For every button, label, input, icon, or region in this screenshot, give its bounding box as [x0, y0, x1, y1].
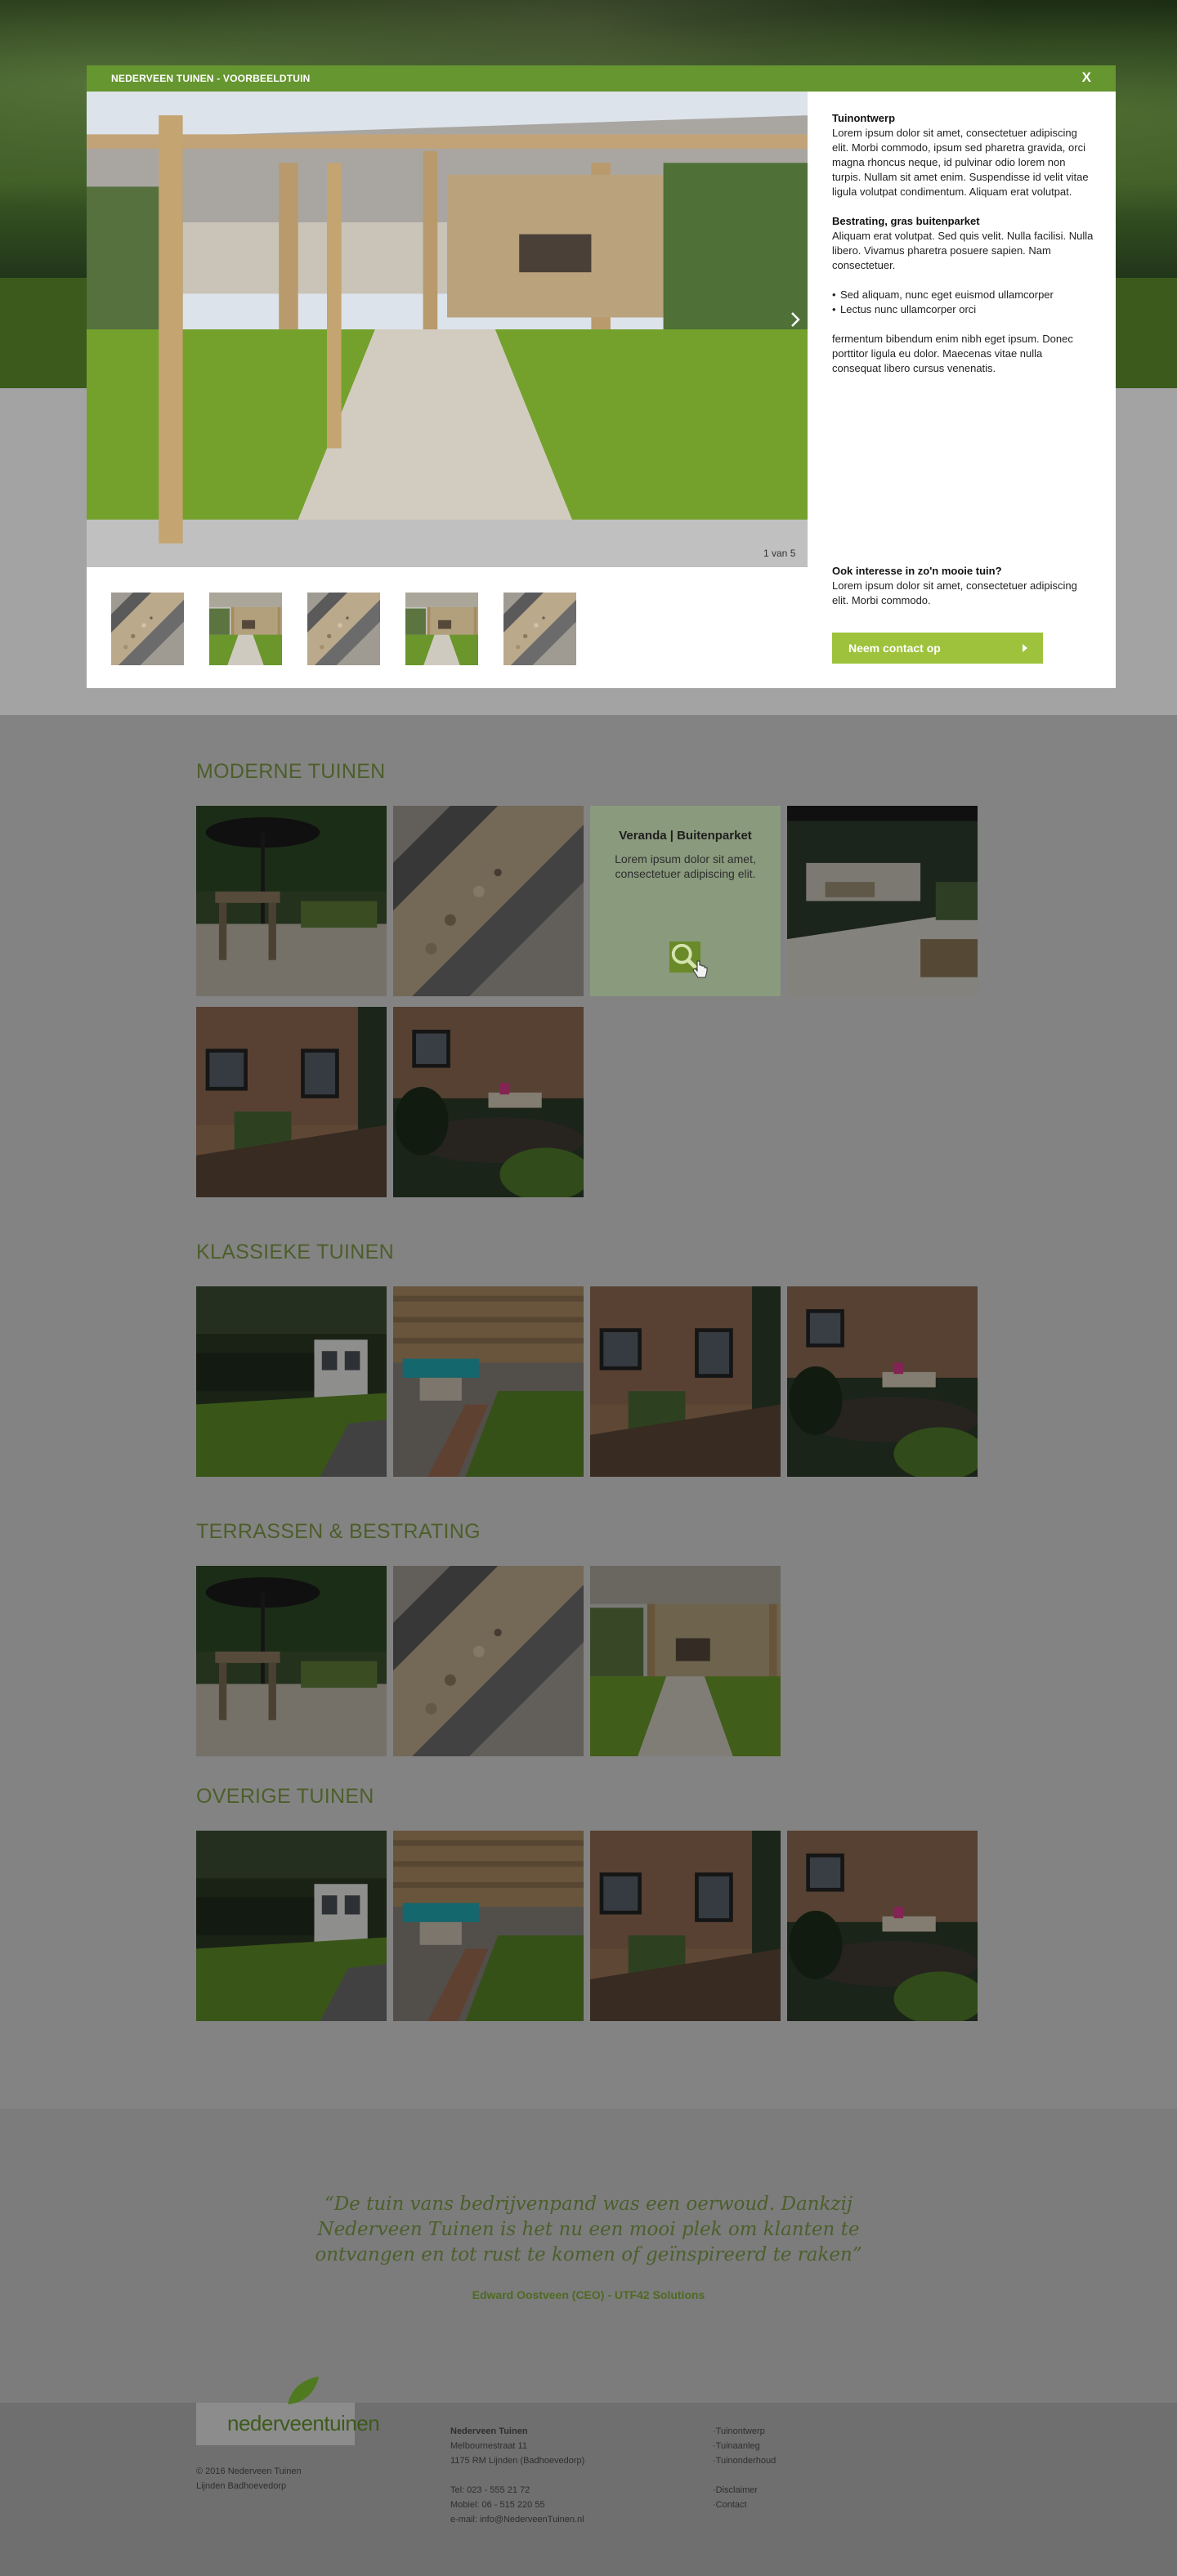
main-photo[interactable]: [87, 92, 808, 567]
footer-link[interactable]: ·Contact: [713, 2498, 776, 2512]
section-heading: Tuinontwerp: [832, 112, 896, 124]
garden-photo: [393, 1566, 584, 1756]
modal-header: NEDERVEEN TUINEN - VOORBEELDTUIN X: [87, 65, 1116, 92]
garden-photo: [590, 1566, 781, 1756]
footer-contact: Nederveen Tuinen Melbournestraat 11 1175…: [450, 2424, 584, 2527]
lightbox-modal: NEDERVEEN TUINEN - VOORBEELDTUIN X 1 van…: [87, 65, 1116, 688]
garden-photo: [787, 806, 978, 996]
thumbnail[interactable]: [307, 593, 380, 665]
thumbnail[interactable]: [111, 593, 184, 665]
section-title-terrassen: TERRASSEN & BESTRATING: [196, 1520, 481, 1543]
garden-photo: [196, 1286, 387, 1477]
cta-heading: Ook interesse in zo'n mooie tuin?: [832, 565, 1002, 577]
close-button[interactable]: X: [1082, 69, 1091, 86]
gallery-tile[interactable]: [393, 1007, 584, 1197]
footer-copyright: © 2016 Nederveen Tuinen Lijnden Badhoeve…: [196, 2464, 302, 2493]
tile-hover-text: Lorem ipsum dolor sit amet, consectetuer…: [615, 852, 756, 880]
garden-photo: [393, 1286, 584, 1477]
thumbnail[interactable]: [405, 593, 478, 665]
section-text: Lorem ipsum dolor sit amet, consectetuer…: [832, 127, 1089, 198]
list-item: Lectus nunc ullamcorper orci: [832, 302, 1094, 317]
company-name: Nederveen Tuinen: [450, 2426, 528, 2436]
gallery-tile[interactable]: [393, 1831, 584, 2021]
gallery-tile[interactable]: [393, 1566, 584, 1756]
garden-photo: [503, 593, 576, 665]
footer-link[interactable]: ·Disclaimer: [713, 2483, 776, 2498]
gallery-area: [0, 715, 1177, 2109]
footer-link[interactable]: ·Tuinontwerp: [713, 2424, 776, 2439]
footer-link[interactable]: ·Tuinonderhoud: [713, 2453, 776, 2468]
garden-photo: [87, 92, 808, 567]
gallery-tile[interactable]: [196, 1831, 387, 2021]
feature-list: Sed aliquam, nunc eget euismod ullamcorp…: [832, 288, 1094, 317]
garden-photo: [787, 1831, 978, 2021]
footer-link[interactable]: ·Tuinaanleg: [713, 2439, 776, 2453]
garden-photo: [393, 806, 584, 996]
gallery-tile[interactable]: [590, 1286, 781, 1477]
garden-photo: [196, 806, 387, 996]
address-line: Melbournestraat 11: [450, 2441, 527, 2451]
contact-button[interactable]: Neem contact op: [832, 633, 1043, 664]
gallery-tile[interactable]: [196, 806, 387, 996]
footer-links: ·Tuinontwerp ·Tuinaanleg ·Tuinonderhoud …: [713, 2424, 776, 2512]
garden-photo: [111, 593, 184, 665]
section-title-moderne: MODERNE TUINEN: [196, 760, 386, 783]
gallery-tile[interactable]: [787, 1831, 978, 2021]
gallery-tile[interactable]: [393, 1286, 584, 1477]
section-text: fermentum bibendum enim nibh eget ipsum.…: [832, 333, 1073, 374]
mobile-text: Mobiel: 06 - 515 220 55: [450, 2500, 545, 2510]
garden-photo: [196, 1007, 387, 1197]
location-text: Lijnden Badhoevedorp: [196, 2481, 287, 2491]
footer: [0, 2403, 1177, 2576]
garden-photo: [196, 1831, 387, 2021]
caret-right-icon: [1023, 644, 1027, 652]
thumbnail[interactable]: [209, 593, 282, 665]
gallery-tile[interactable]: [393, 806, 584, 996]
chevron-right-icon[interactable]: [790, 311, 801, 329]
garden-photo: [307, 593, 380, 665]
gallery-tile[interactable]: [787, 1286, 978, 1477]
section-heading: Bestrating, gras buitenparket: [832, 215, 980, 227]
hand-cursor-icon: [692, 960, 708, 978]
section-text: Aliquam erat volutpat. Sed quis velit. N…: [832, 230, 1094, 271]
contact-button-label: Neem contact op: [848, 642, 941, 655]
gallery-tile[interactable]: [787, 806, 978, 996]
cta-block: Ook interesse in zo'n mooie tuin? Lorem …: [832, 564, 1094, 608]
email-link[interactable]: e-mail: info@NederveenTuinen.nl: [450, 2512, 584, 2527]
section-title-overige: OVERIGE TUINEN: [196, 1785, 374, 1808]
section-title-klassieke: KLASSIEKE TUINEN: [196, 1241, 394, 1263]
garden-photo: [209, 593, 282, 665]
modal-title: NEDERVEEN TUINEN - VOORBEELDTUIN: [111, 73, 311, 84]
logo-text: nederveentuinen: [227, 2411, 380, 2435]
garden-photo: [590, 1831, 781, 2021]
garden-photo: [393, 1831, 584, 2021]
testimonial-quote: “De tuin vans bedrijvenpand was een oerw…: [315, 2194, 862, 2265]
garden-photo: [393, 1007, 584, 1197]
gallery-tile[interactable]: [590, 1566, 781, 1756]
gallery-tile[interactable]: [590, 1831, 781, 2021]
garden-photo: [787, 1286, 978, 1477]
copyright-text: © 2016 Nederveen Tuinen: [196, 2466, 302, 2476]
gallery-tile[interactable]: [196, 1007, 387, 1197]
photo-counter: 1 van 5: [763, 548, 796, 559]
gallery-tile[interactable]: [196, 1566, 387, 1756]
cta-text: Lorem ipsum dolor sit amet, consectetuer…: [832, 579, 1077, 606]
testimonial-author: Edward Oostveen (CEO) - UTF42 Solutions: [472, 2288, 705, 2301]
address-line: 1175 RM Lijnden (Badhoevedorp): [450, 2456, 585, 2466]
list-item: Sed aliquam, nunc eget euismod ullamcorp…: [832, 288, 1094, 302]
phone-text: Tel: 023 - 555 21 72: [450, 2485, 530, 2495]
gallery-tile[interactable]: [196, 1286, 387, 1477]
garden-photo: [196, 1566, 387, 1756]
thumbnail[interactable]: [503, 593, 576, 665]
leaf-icon: [288, 2377, 319, 2404]
gallery-tile-hovered[interactable]: Veranda | Buitenparket Lorem ipsum dolor…: [590, 806, 781, 996]
tile-hover-title: Veranda | Buitenparket: [619, 829, 752, 843]
description-block: Tuinontwerp Lorem ipsum dolor sit amet, …: [832, 111, 1094, 376]
garden-photo: [405, 593, 478, 665]
garden-photo: [590, 1286, 781, 1477]
